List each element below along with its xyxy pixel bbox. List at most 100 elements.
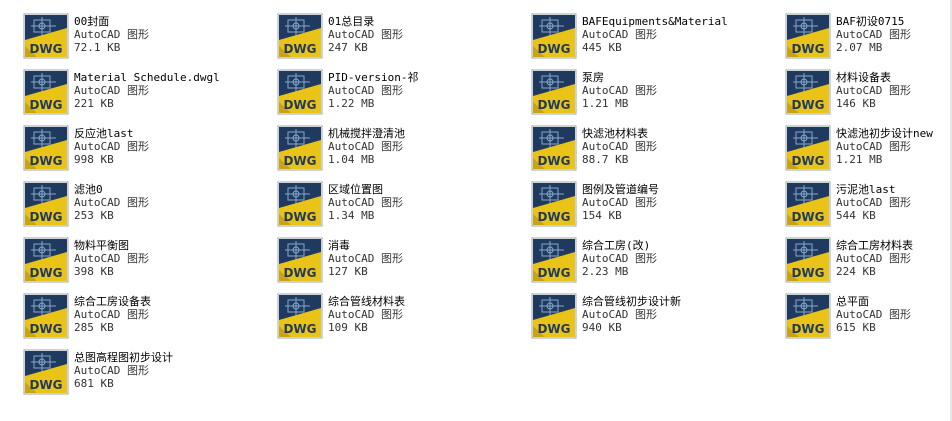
file-name: 快滤池材料表 — [582, 127, 648, 140]
file-name: 材料设备表 — [836, 71, 891, 84]
file-name: 总图高程图初步设计 — [74, 351, 173, 364]
file-tile[interactable]: DWG 综合工房(改) AutoCAD 图形 2.23 MB — [530, 236, 784, 292]
file-tile[interactable]: DWG 综合管线初步设计新 AutoCAD 图形 940 KB — [530, 292, 784, 348]
dwg-file-icon: DWG — [23, 349, 69, 395]
file-type: AutoCAD 图形 — [328, 140, 403, 153]
svg-text:DWG: DWG — [791, 322, 824, 336]
file-meta: BAFEquipments&Material AutoCAD 图形 445 KB — [582, 12, 728, 54]
dwg-file-icon: DWG — [785, 69, 831, 115]
file-tile[interactable]: DWG 快滤池初步设计new AutoCAD 图形 1.21 MB — [784, 124, 952, 180]
svg-text:DWG: DWG — [29, 210, 62, 224]
svg-text:DWG: DWG — [29, 266, 62, 280]
file-meta: 污泥池last AutoCAD 图形 544 KB — [836, 180, 911, 222]
file-meta: 消毒 AutoCAD 图形 127 KB — [328, 236, 403, 278]
file-meta: 区域位置图 AutoCAD 图形 1.34 MB — [328, 180, 403, 222]
file-type: AutoCAD 图形 — [74, 364, 149, 377]
file-tile[interactable]: DWG 污泥池last AutoCAD 图形 544 KB — [784, 180, 952, 236]
file-tile[interactable]: DWG PID-version-祁 AutoCAD 图形 1.22 MB — [276, 68, 530, 124]
dwg-file-icon: DWG — [277, 13, 323, 59]
file-name: 综合工房材料表 — [836, 239, 913, 252]
dwg-file-icon: DWG — [785, 125, 831, 171]
file-tile[interactable]: DWG 总图高程图初步设计 AutoCAD 图形 681 KB — [22, 348, 276, 404]
file-tile[interactable]: DWG Material Schedule.dwgl AutoCAD 图形 22… — [22, 68, 276, 124]
file-size: 221 KB — [74, 97, 114, 110]
file-tile[interactable]: DWG BAF初设0715 AutoCAD 图形 2.07 MB — [784, 12, 952, 68]
file-type: AutoCAD 图形 — [328, 252, 403, 265]
dwg-file-icon: DWG — [531, 69, 577, 115]
svg-text:DWG: DWG — [283, 98, 316, 112]
file-name: 反应池last — [74, 127, 134, 140]
file-meta: 00封面 AutoCAD 图形 72.1 KB — [74, 12, 149, 54]
file-tile[interactable]: DWG 消毒 AutoCAD 图形 127 KB — [276, 236, 530, 292]
svg-text:DWG: DWG — [537, 154, 570, 168]
file-name: 区域位置图 — [328, 183, 383, 196]
file-type: AutoCAD 图形 — [74, 84, 149, 97]
file-tile[interactable]: DWG 反应池last AutoCAD 图形 998 KB — [22, 124, 276, 180]
file-name: BAF初设0715 — [836, 15, 905, 28]
svg-text:DWG: DWG — [29, 322, 62, 336]
file-size: 1.21 MB — [582, 97, 629, 110]
file-name: 污泥池last — [836, 183, 896, 196]
file-tile[interactable]: DWG 综合工房材料表 AutoCAD 图形 224 KB — [784, 236, 952, 292]
file-size: 544 KB — [836, 209, 876, 222]
file-tile[interactable]: DWG 滤池0 AutoCAD 图形 253 KB — [22, 180, 276, 236]
svg-text:DWG: DWG — [791, 266, 824, 280]
dwg-file-icon: DWG — [277, 125, 323, 171]
file-name: 01总目录 — [328, 15, 375, 28]
dwg-file-icon: DWG — [785, 13, 831, 59]
file-name: 综合工房(改) — [582, 239, 651, 252]
file-tile[interactable]: DWG 物料平衡图 AutoCAD 图形 398 KB — [22, 236, 276, 292]
file-size: 1.04 MB — [328, 153, 375, 166]
file-tile[interactable]: DWG 快滤池材料表 AutoCAD 图形 88.7 KB — [530, 124, 784, 180]
svg-text:DWG: DWG — [791, 154, 824, 168]
file-type: AutoCAD 图形 — [582, 196, 657, 209]
svg-text:DWG: DWG — [537, 266, 570, 280]
file-tile[interactable]: DWG 00封面 AutoCAD 图形 72.1 KB — [22, 12, 276, 68]
file-name: 00封面 — [74, 15, 110, 28]
file-tile[interactable]: DWG 泵房 AutoCAD 图形 1.21 MB — [530, 68, 784, 124]
file-size: 1.21 MB — [836, 153, 883, 166]
file-tile[interactable]: DWG 图例及管道编号 AutoCAD 图形 154 KB — [530, 180, 784, 236]
file-type: AutoCAD 图形 — [582, 308, 657, 321]
file-tile[interactable]: DWG 机械搅拌澄清池 AutoCAD 图形 1.04 MB — [276, 124, 530, 180]
file-meta: BAF初设0715 AutoCAD 图形 2.07 MB — [836, 12, 911, 54]
file-meta: 综合管线初步设计新 AutoCAD 图形 940 KB — [582, 292, 681, 334]
svg-text:DWG: DWG — [29, 98, 62, 112]
dwg-file-icon: DWG — [23, 125, 69, 171]
file-tile[interactable]: DWG 区域位置图 AutoCAD 图形 1.34 MB — [276, 180, 530, 236]
file-meta: 总平面 AutoCAD 图形 615 KB — [836, 292, 911, 334]
file-name: 滤池0 — [74, 183, 103, 196]
dwg-file-icon: DWG — [531, 125, 577, 171]
file-tile[interactable]: DWG 总平面 AutoCAD 图形 615 KB — [784, 292, 952, 348]
file-type: AutoCAD 图形 — [836, 28, 911, 41]
file-size: 615 KB — [836, 321, 876, 334]
dwg-file-icon: DWG — [531, 181, 577, 227]
svg-text:DWG: DWG — [283, 154, 316, 168]
file-meta: 泵房 AutoCAD 图形 1.21 MB — [582, 68, 657, 110]
dwg-file-icon: DWG — [531, 13, 577, 59]
svg-text:DWG: DWG — [283, 266, 316, 280]
dwg-file-icon: DWG — [23, 69, 69, 115]
file-size: 998 KB — [74, 153, 114, 166]
file-name: 综合管线初步设计新 — [582, 295, 681, 308]
file-tile[interactable]: DWG 材料设备表 AutoCAD 图形 146 KB — [784, 68, 952, 124]
file-tile[interactable]: DWG 综合工房设备表 AutoCAD 图形 285 KB — [22, 292, 276, 348]
file-type: AutoCAD 图形 — [74, 252, 149, 265]
dwg-file-icon: DWG — [277, 181, 323, 227]
file-tile[interactable]: DWG 综合管线材料表 AutoCAD 图形 109 KB — [276, 292, 530, 348]
file-type: AutoCAD 图形 — [836, 252, 911, 265]
dwg-file-icon: DWG — [277, 293, 323, 339]
file-grid: DWG 00封面 AutoCAD 图形 72.1 KB DWG 01总目录 Au… — [22, 12, 952, 404]
dwg-file-icon: DWG — [277, 69, 323, 115]
file-meta: 快滤池初步设计new AutoCAD 图形 1.21 MB — [836, 124, 933, 166]
file-name: 综合工房设备表 — [74, 295, 151, 308]
file-size: 2.07 MB — [836, 41, 883, 54]
file-name: 物料平衡图 — [74, 239, 129, 252]
file-tile[interactable]: DWG 01总目录 AutoCAD 图形 247 KB — [276, 12, 530, 68]
file-size: 224 KB — [836, 265, 876, 278]
svg-text:DWG: DWG — [283, 322, 316, 336]
file-size: 445 KB — [582, 41, 622, 54]
file-tile[interactable]: DWG BAFEquipments&Material AutoCAD 图形 44… — [530, 12, 784, 68]
file-type: AutoCAD 图形 — [328, 308, 403, 321]
file-name: 快滤池初步设计new — [836, 127, 933, 140]
